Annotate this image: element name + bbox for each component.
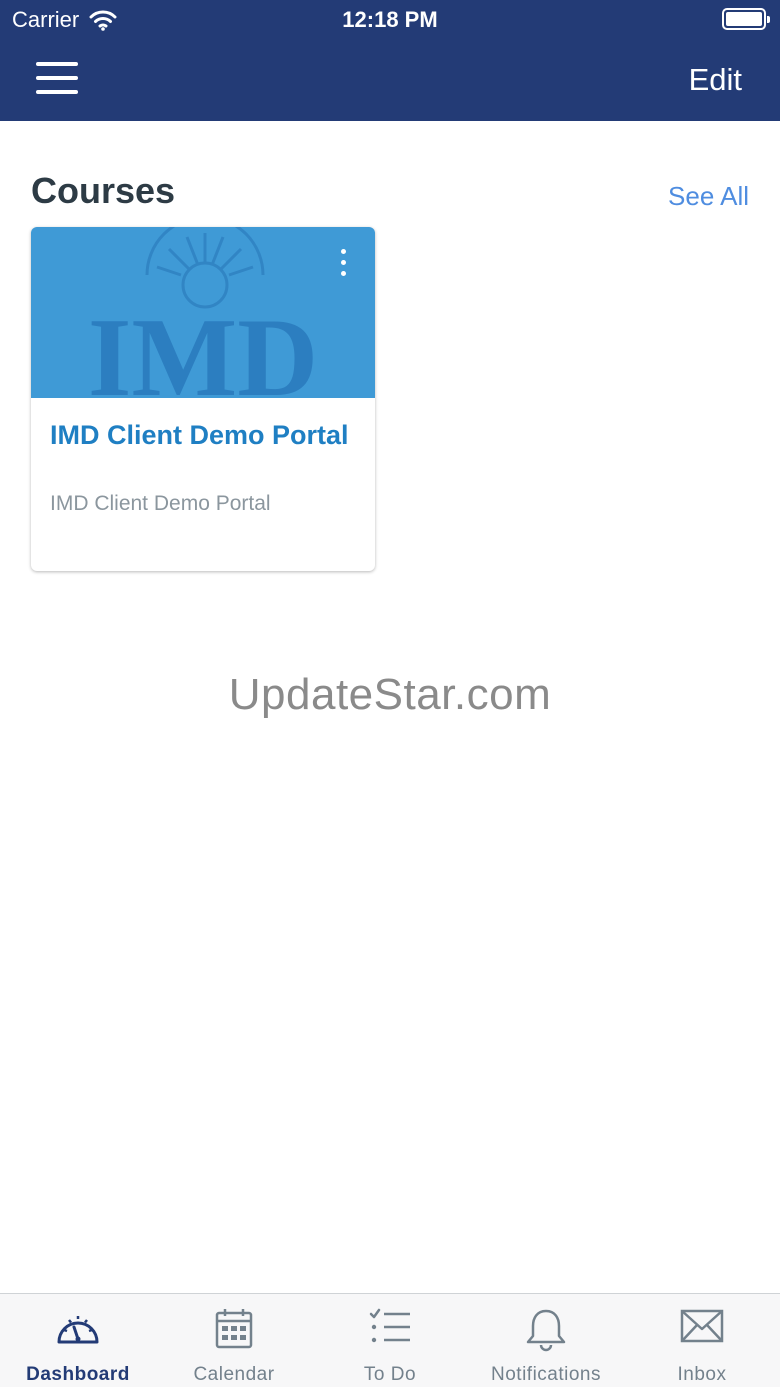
course-title[interactable]: IMD Client Demo Portal [50,417,350,453]
top-bar: Carrier 12:18 PM Edit [0,0,780,121]
course-subtitle: IMD Client Demo Portal [50,492,271,515]
imd-logo: IMD [88,227,318,398]
watermark-text: UpdateStar.com [228,670,552,719]
see-all-link[interactable]: See All [668,181,749,212]
course-options-button[interactable] [333,249,353,279]
status-time: 12:18 PM [342,7,438,32]
tab-notifications[interactable]: Notifications [468,1294,624,1387]
edit-button[interactable]: Edit [689,62,742,98]
course-card[interactable]: IMD IMD Client Demo Portal IMD Client De… [31,227,375,571]
course-card-image: IMD [31,227,375,398]
tab-label: Inbox [677,1364,727,1385]
tab-label: To Do [363,1364,417,1385]
tab-label: Dashboard [26,1364,130,1385]
dashboard-icon [57,1316,99,1344]
logo-text: IMD [88,296,318,398]
tab-label: Calendar [193,1364,275,1385]
bell-icon [526,1309,566,1352]
courses-heading: Courses [31,170,176,211]
todo-icon [369,1308,410,1343]
tab-label: Notifications [491,1364,601,1385]
envelope-icon [680,1309,724,1343]
battery-icon [722,8,770,30]
tab-inbox[interactable]: Inbox [624,1294,780,1387]
tab-bar: Dashboard Calendar To Do Notifications I… [0,1293,780,1387]
tab-calendar[interactable]: Calendar [156,1294,312,1387]
calendar-icon [215,1309,253,1349]
tab-dashboard[interactable]: Dashboard [0,1294,156,1387]
menu-button[interactable] [36,60,80,96]
tab-todo[interactable]: To Do [312,1294,468,1387]
